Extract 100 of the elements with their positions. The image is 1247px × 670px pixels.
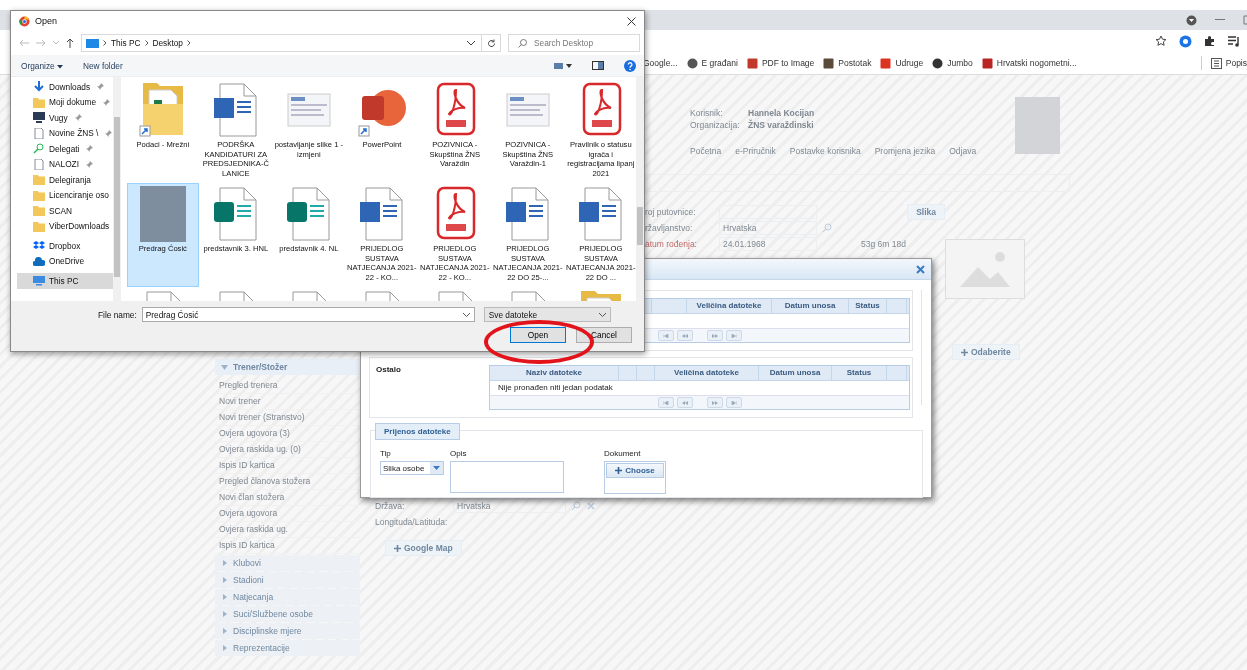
pin-icon — [105, 129, 113, 137]
clear-icon[interactable] — [586, 501, 596, 511]
form-label: Država: — [375, 501, 406, 511]
search-icon[interactable] — [570, 500, 582, 512]
organization-label: Organizacija: — [690, 120, 741, 132]
forward-arrow-icon[interactable] — [36, 39, 46, 47]
navigation-item[interactable]: Delegati — [17, 141, 113, 157]
reading-list-link[interactable]: Popis — [1210, 57, 1247, 69]
up-arrow-icon[interactable] — [66, 38, 74, 48]
caret-icon — [462, 312, 470, 317]
media-control-icon[interactable] — [1228, 35, 1241, 47]
help-icon[interactable] — [624, 59, 636, 72]
new-folder-button[interactable]: New folder — [83, 60, 123, 71]
sidebar-item[interactable]: Novi član stožera — [215, 490, 360, 506]
nav-link[interactable]: Odjava — [949, 146, 977, 156]
breadcrumb-item[interactable]: Desktop — [152, 38, 183, 48]
dropdown-caret-icon[interactable] — [467, 40, 475, 46]
bookmark-link[interactable]: Jumbo — [932, 57, 973, 69]
maximize-icon[interactable] — [1243, 15, 1247, 25]
organize-menu[interactable]: Organize — [21, 60, 63, 71]
bookmark-link[interactable]: Udruge — [880, 57, 924, 69]
sidebar-item[interactable]: Ovjera raskida ug. — [215, 522, 360, 538]
pin-icon — [86, 145, 94, 153]
navigation-item[interactable]: Delegiranja — [17, 172, 113, 188]
pager-previous-button[interactable] — [676, 330, 693, 341]
caret-icon — [598, 312, 606, 317]
bookmark-link[interactable]: E građani — [686, 57, 738, 69]
nav-link[interactable]: Promjena jezika — [874, 146, 936, 156]
nav-link[interactable]: Postavke korisnika — [789, 146, 861, 156]
navigation-item[interactable]: OneDrive — [17, 253, 113, 269]
choose-button[interactable]: Choose — [606, 463, 664, 478]
input-field[interactable]: Hrvatska — [719, 221, 817, 235]
navigation-item[interactable]: SCAN — [17, 203, 113, 219]
file-name-label: File name: — [98, 309, 137, 320]
pager-next-button[interactable] — [706, 397, 723, 408]
user-label: Korisnik: — [690, 108, 724, 120]
cancel-button[interactable]: Cancel — [576, 327, 632, 343]
google-map-button[interactable]: Google Map — [385, 540, 462, 556]
extension-icon[interactable] — [1179, 34, 1192, 48]
sidebar-item[interactable]: Ispis ID kartica — [215, 538, 360, 554]
back-arrow-icon[interactable] — [19, 39, 29, 47]
navigation-item[interactable]: Dropbox — [17, 238, 113, 254]
file-name-field[interactable]: Predrag Ćosić — [141, 307, 475, 322]
photo-placeholder — [1015, 97, 1060, 154]
sidebar-group[interactable]: Disciplinske mjere — [215, 623, 360, 639]
first-page-icon — [662, 333, 669, 338]
bookmark-link[interactable]: Postotak — [823, 57, 872, 69]
scroll-bar[interactable] — [112, 77, 121, 301]
nav-link[interactable]: e-Priručnik — [735, 146, 776, 156]
navigation-item[interactable]: Downloads — [17, 79, 113, 95]
type-select[interactable]: Slika osobe — [380, 461, 444, 475]
age-text: 53g 6m 18d — [861, 239, 906, 249]
navigation-item[interactable]: NALOZI — [17, 156, 113, 172]
first-page-icon — [662, 400, 669, 405]
pin-icon — [74, 114, 82, 122]
word-document-icon — [357, 186, 406, 242]
puzzle-icon[interactable] — [1204, 35, 1216, 47]
field-label: Dokument — [604, 449, 642, 458]
picture-button[interactable]: Slika — [907, 204, 945, 220]
navigation-item[interactable]: ViberDownloads — [17, 218, 113, 234]
breadcrumb-item[interactable]: This PC — [111, 38, 141, 48]
sidebar-item[interactable]: Ovjera ugovora — [215, 506, 360, 522]
description-field[interactable] — [450, 461, 564, 493]
search-icon[interactable] — [821, 222, 833, 234]
minimize-icon[interactable] — [1215, 19, 1225, 21]
pager-last-button[interactable] — [725, 330, 742, 341]
bookmark-link[interactable]: PDF to Image — [746, 57, 815, 69]
preview-pane-icon[interactable] — [592, 61, 604, 70]
sidebar-group[interactable]: Klubovi — [215, 555, 360, 571]
sidebar-group[interactable]: Reprezentacije — [215, 640, 360, 656]
address-bar[interactable]: This PC Desktop — [81, 34, 482, 52]
globe-icon — [686, 57, 698, 69]
search-field[interactable]: Search Desktop — [508, 34, 640, 52]
navigation-item[interactable]: This PC — [17, 273, 113, 289]
view-options-icon[interactable] — [554, 61, 572, 70]
open-button[interactable]: Open — [510, 327, 566, 343]
close-icon[interactable] — [627, 16, 636, 26]
navigation-item[interactable]: Vugy — [17, 110, 113, 126]
pager-previous-button[interactable] — [676, 397, 693, 408]
navigation-item[interactable]: Moji dokume — [17, 94, 113, 110]
caret-icon[interactable] — [53, 41, 59, 45]
scroll-bar[interactable] — [636, 77, 644, 301]
pager-next-button[interactable] — [706, 330, 723, 341]
profile-icon[interactable] — [1186, 14, 1197, 26]
navigation-item[interactable]: Licenciranje oso — [17, 187, 113, 203]
star-icon[interactable] — [1155, 35, 1167, 47]
fieldset-legend[interactable]: Prijenos datoteke — [375, 423, 460, 440]
pager-first-button[interactable] — [657, 397, 674, 408]
pager-first-button[interactable] — [657, 330, 674, 341]
sidebar-group[interactable]: Stadioni — [215, 572, 360, 588]
input-field[interactable]: 24.01.1968 — [719, 237, 817, 251]
bookmark-link[interactable]: Hrvatski nogometni... — [981, 57, 1077, 69]
nav-link[interactable]: Početna — [690, 146, 722, 156]
navigation-item[interactable]: Novine ŽNS \ — [17, 125, 113, 141]
pager-last-button[interactable] — [725, 397, 742, 408]
file-type-select[interactable]: Sve datoteke — [483, 307, 611, 322]
sidebar-group[interactable]: Suci/Službene osobe — [215, 606, 360, 622]
pin-icon — [85, 160, 93, 168]
sidebar-group[interactable]: Natjecanja — [215, 589, 360, 605]
refresh-button[interactable] — [481, 34, 501, 52]
